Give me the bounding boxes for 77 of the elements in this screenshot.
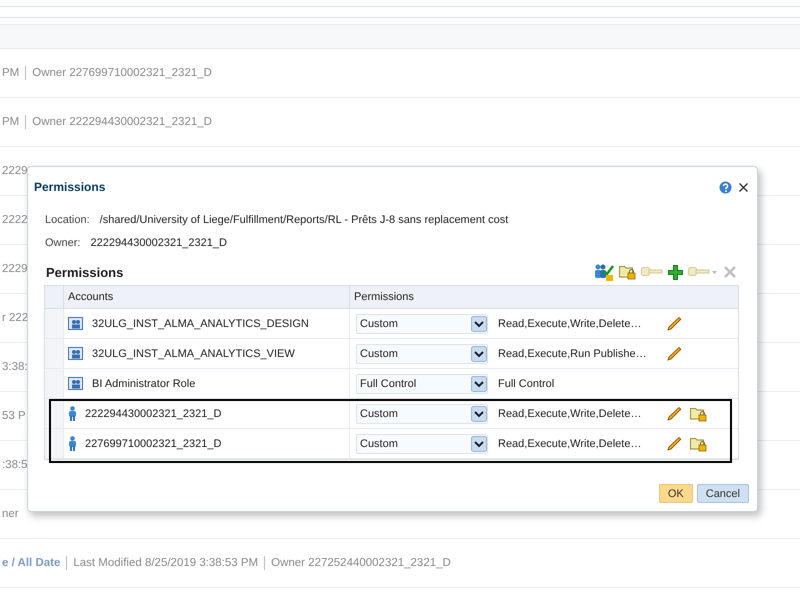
chevron-icon [471, 436, 487, 452]
chevron-icon [471, 406, 487, 422]
close-button[interactable] [738, 182, 749, 192]
folder-lock-icon [690, 436, 707, 452]
group-icon [68, 316, 84, 332]
users-check-icon [594, 263, 614, 281]
owner-value: 222294430002321_2321_D [90, 237, 227, 249]
column-header: Accounts [63, 286, 349, 308]
edit-button[interactable] [666, 406, 682, 422]
section-title: Permissions [46, 264, 124, 280]
toolbar-button[interactable] [594, 263, 614, 281]
permission-select[interactable]: Custom [356, 344, 488, 364]
pencil-icon [666, 316, 682, 332]
pencil-icon [666, 436, 682, 452]
permission-summary: Read,Execute,Write,Delete… [498, 408, 642, 420]
account-name: BI Administrator Role [92, 378, 196, 390]
item-meta: Owner 227252440002321_2321_D [271, 557, 451, 569]
location-label: Location: [45, 214, 90, 226]
group-icon [68, 346, 84, 362]
plus-icon [668, 264, 683, 280]
item-meta: Owner 227699710002321_2321_D [32, 67, 212, 79]
account-name: 222294430002321_2321_D [85, 408, 222, 420]
group-icon [68, 376, 84, 392]
permission-summary: Read,Execute,Write,Delete… [498, 438, 642, 450]
chevron-icon [471, 376, 487, 392]
item-meta: PM [2, 67, 20, 79]
location-path: /shared/University of Liege/Fulfillment/Reports/RL - Prêts J-8 sans replacement cost [100, 214, 508, 226]
help-icon[interactable] [719, 180, 732, 194]
user-icon [68, 436, 77, 451]
ok-button[interactable]: OK [658, 484, 693, 503]
permission-row[interactable]: 32ULG_INST_ALMA_ANALYTICS_DESIGN Custom Read,Execute,Write,Delete… [45, 309, 738, 339]
column-header: Permissions [349, 286, 738, 308]
chevron-icon [471, 346, 487, 362]
item-meta: Owner 222294430002321_2321_D [32, 116, 212, 128]
item-meta: 2222 [2, 214, 28, 226]
permission-select[interactable]: Full Control [356, 374, 488, 394]
item-meta: 2229 [2, 165, 28, 177]
permission-row[interactable]: 227699710002321_2321_D Custom Read,Execute,Write,Delete… [45, 429, 738, 459]
delete-icon [723, 265, 737, 279]
edit-button[interactable] [666, 316, 682, 332]
chevron-icon [471, 316, 487, 332]
item-meta: ner [2, 508, 19, 520]
item-meta: 3:38: [2, 361, 28, 373]
edit-button[interactable] [666, 346, 682, 362]
permission-summary: Read,Execute,Run Publishe… [498, 348, 648, 360]
item-meta: r 222 [2, 312, 28, 324]
user-icon [68, 406, 77, 421]
account-name: 227699710002321_2321_D [85, 438, 222, 450]
account-name: 32ULG_INST_ALMA_ANALYTICS_DESIGN [92, 318, 309, 330]
cancel-button[interactable]: Cancel [696, 484, 749, 503]
permission-select[interactable]: Custom [356, 434, 488, 454]
permission-row[interactable]: 222294430002321_2321_D Custom Read,Execute,Write,Delete… [45, 399, 738, 429]
permission-summary: Full Control [498, 378, 556, 390]
key-icon [641, 265, 663, 279]
item-meta: PM [2, 116, 20, 128]
folder-lock-icon [619, 264, 636, 280]
dialog-title: Permissions [34, 180, 106, 194]
item-meta: 2229 [2, 263, 28, 275]
permission-row[interactable]: 32ULG_INST_ALMA_ANALYTICS_VIEW Custom Read,Execute,Run Publishe… [45, 339, 738, 369]
toolbar-button[interactable] [619, 264, 636, 280]
owner-button[interactable] [690, 436, 707, 452]
folder-lock-icon [690, 406, 707, 422]
key-dropdown-icon [688, 265, 718, 279]
owner-button[interactable] [690, 406, 707, 422]
account-name: 32ULG_INST_ALMA_ANALYTICS_VIEW [92, 348, 295, 360]
item-meta: :38:5 [2, 459, 28, 471]
owner-label: Owner: [45, 237, 80, 249]
item-meta: Last Modified 8/25/2019 3:38:53 PM [73, 557, 258, 569]
permission-select[interactable]: Custom [356, 404, 488, 424]
edit-button[interactable] [666, 436, 682, 452]
permission-row[interactable]: BI Administrator Role Full Control Full Control [45, 369, 738, 399]
item-meta: 53 P [2, 410, 26, 422]
permission-select[interactable]: Custom [356, 314, 488, 334]
toolbar-button[interactable] [668, 264, 683, 280]
permission-summary: Read,Execute,Write,Delete… [498, 318, 642, 330]
pencil-icon [666, 346, 682, 362]
pencil-icon [666, 406, 682, 422]
